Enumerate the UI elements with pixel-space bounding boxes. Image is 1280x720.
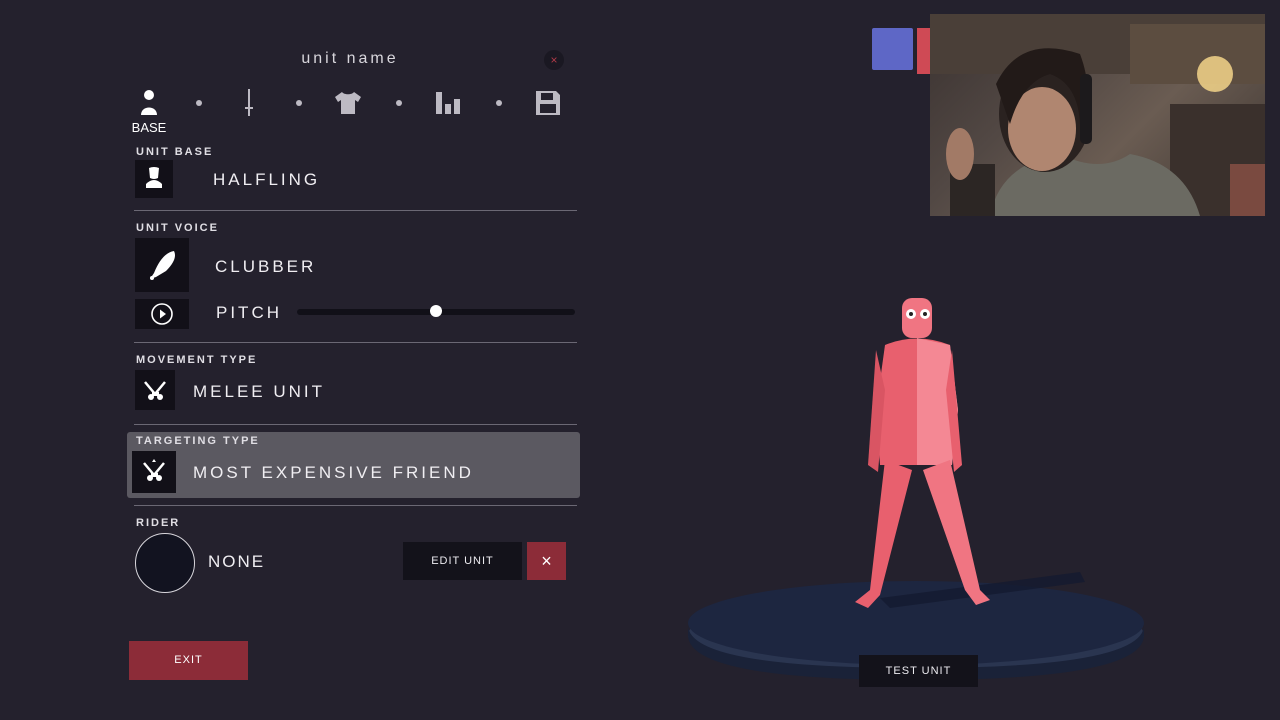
tab-base[interactable] (134, 88, 164, 118)
movement-type-label: MOVEMENT TYPE (136, 354, 258, 366)
movement-type-value[interactable]: MELEE UNIT (193, 382, 325, 402)
tab-base-label: BASE (131, 120, 167, 135)
pitch-label: PITCH (216, 303, 282, 322)
targeting-type-value[interactable]: MOST EXPENSIVE FRIEND (193, 463, 474, 483)
close-icon[interactable]: × (544, 50, 564, 70)
club-icon (150, 251, 175, 280)
test-unit-button[interactable]: TEST UNIT (859, 655, 978, 687)
tab-separator-dot (196, 100, 202, 106)
unit-voice-button[interactable] (135, 238, 189, 292)
tab-save[interactable] (533, 88, 563, 118)
person-icon (141, 90, 157, 115)
movement-type-button[interactable] (135, 370, 175, 410)
rider-label: RIDER (136, 517, 181, 529)
shirt-icon (335, 92, 361, 114)
unit-body (855, 298, 990, 608)
unit-voice-value[interactable]: CLUBBER (215, 257, 316, 277)
divider (134, 505, 577, 506)
divider (134, 342, 577, 343)
melee-icon (144, 381, 166, 400)
unit-base-value[interactable]: HALFLING (213, 170, 320, 190)
unit-base-label: UNIT BASE (136, 146, 214, 158)
webcam-overlay (930, 14, 1265, 216)
tab-weapon[interactable] (234, 88, 264, 118)
unit-voice-label: UNIT VOICE (136, 222, 219, 234)
blue-color-swatch (872, 28, 913, 70)
save-icon (536, 91, 560, 115)
edit-unit-button[interactable]: EDIT UNIT (403, 542, 522, 580)
divider (134, 210, 577, 211)
targeting-type-button[interactable] (132, 451, 176, 493)
tab-separator-dot (296, 100, 302, 106)
play-voice-button[interactable] (135, 299, 189, 329)
stats-icon (436, 92, 460, 114)
rider-avatar[interactable] (135, 533, 195, 593)
pitch-slider-handle[interactable] (430, 305, 442, 317)
exit-button[interactable]: EXIT (129, 641, 248, 680)
tab-stats[interactable] (433, 88, 463, 118)
divider (134, 424, 577, 425)
halfling-icon (146, 167, 162, 188)
unit-preview (688, 298, 1144, 680)
red-color-swatch (917, 28, 931, 74)
tab-separator-dot (396, 100, 402, 106)
tab-clothing[interactable] (333, 88, 363, 118)
streamer-image (930, 14, 1265, 216)
unit-base-button[interactable] (135, 160, 173, 198)
remove-rider-button[interactable]: × (527, 542, 566, 580)
targeting-icon (143, 459, 165, 481)
sword-icon (245, 89, 253, 116)
tab-separator-dot (496, 100, 502, 106)
rider-value: NONE (208, 552, 266, 571)
unit-name-title[interactable]: unit name (250, 50, 450, 68)
play-icon (151, 303, 173, 325)
targeting-type-label: TARGETING TYPE (136, 435, 260, 447)
